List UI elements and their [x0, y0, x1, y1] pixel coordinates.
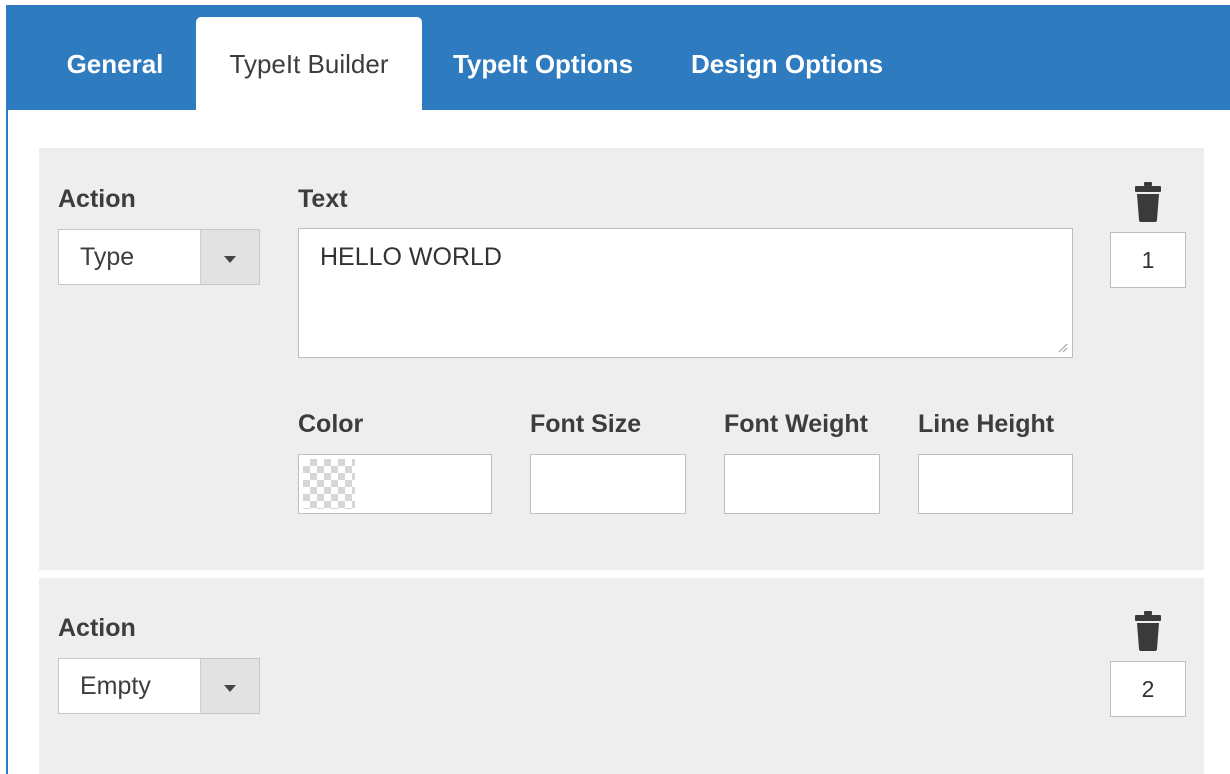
action-label: Action: [58, 185, 136, 213]
action-select[interactable]: Empty: [58, 658, 260, 714]
text-textarea-value: HELLO WORLD: [320, 243, 502, 271]
chevron-down-icon[interactable]: [200, 659, 259, 713]
font-size-label: Font Size: [530, 410, 642, 438]
tab-typeit-builder[interactable]: TypeIt Builder: [196, 17, 422, 110]
sort-order-input[interactable]: 2: [1110, 661, 1186, 717]
sort-order-input[interactable]: 1: [1110, 232, 1186, 288]
tab-bar: General TypeIt Builder TypeIt Options De…: [6, 5, 1230, 110]
color-swatch[interactable]: [303, 459, 355, 509]
font-size-input[interactable]: [530, 454, 686, 514]
line-height-input[interactable]: [918, 454, 1073, 514]
typeit-editor: General TypeIt Builder TypeIt Options De…: [0, 0, 1230, 774]
action-select-value: Type: [80, 243, 135, 271]
frame-border: [6, 110, 8, 774]
trash-icon[interactable]: [1133, 182, 1163, 222]
action-label: Action: [58, 614, 136, 642]
color-label: Color: [298, 410, 364, 438]
action-select-value: Empty: [80, 672, 151, 700]
action-select[interactable]: Type: [58, 229, 260, 285]
color-picker[interactable]: [298, 454, 492, 514]
resize-handle-icon[interactable]: [1058, 343, 1068, 353]
tab-design-options[interactable]: Design Options: [674, 17, 900, 110]
text-label: Text: [298, 185, 348, 213]
chevron-down-icon[interactable]: [200, 230, 259, 284]
trash-icon[interactable]: [1133, 611, 1163, 651]
line-height-label: Line Height: [918, 410, 1055, 438]
font-weight-label: Font Weight: [724, 410, 868, 438]
tab-typeit-options[interactable]: TypeIt Options: [432, 17, 654, 110]
text-textarea[interactable]: HELLO WORLD: [298, 228, 1073, 358]
font-weight-input[interactable]: [724, 454, 880, 514]
tab-general[interactable]: General: [44, 17, 186, 110]
